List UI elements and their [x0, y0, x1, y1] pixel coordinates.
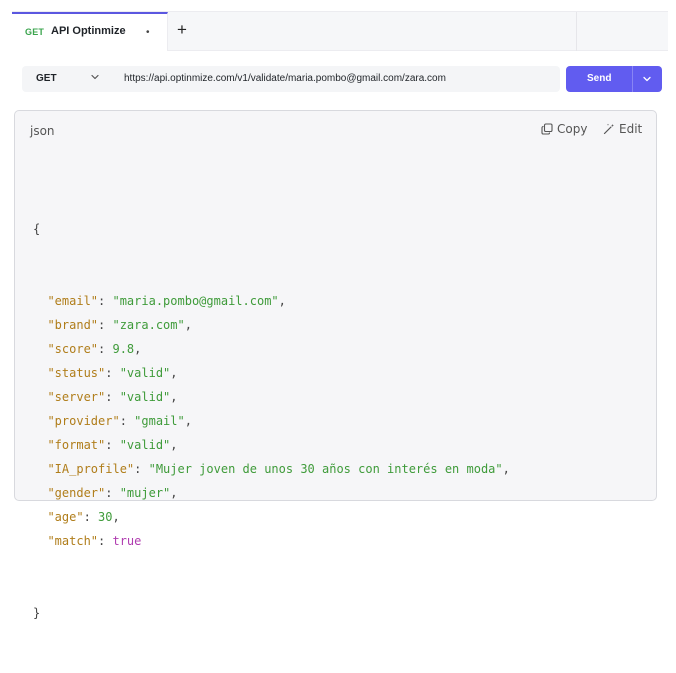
json-comma: ,: [170, 486, 178, 500]
tab-unsaved-dot[interactable]: •: [146, 27, 150, 39]
json-value: "valid": [119, 438, 171, 452]
json-line: "score": 9.8,: [33, 337, 510, 361]
json-key: "status": [47, 366, 106, 380]
json-key: "score": [47, 342, 99, 356]
json-value: true: [112, 534, 142, 548]
json-colon: :: [98, 294, 113, 308]
json-comma: ,: [278, 294, 286, 308]
json-colon: :: [105, 390, 120, 404]
json-key: "email": [47, 294, 99, 308]
tab-method-badge: GET: [25, 27, 45, 37]
json-open-brace: {: [33, 222, 41, 236]
json-value: "gmail": [134, 414, 185, 428]
json-comma: ,: [184, 318, 192, 332]
response-code-panel: json Copy Edit { "email": "maria.pombo@g…: [14, 110, 657, 620]
json-comma: ,: [184, 414, 192, 428]
copy-icon: [541, 123, 553, 135]
json-fields: "email": "maria.pombo@gmail.com", "brand…: [33, 289, 510, 553]
json-value: "zara.com": [112, 318, 185, 332]
tab-bar: GET API Optinmize • +: [12, 11, 668, 51]
copy-button[interactable]: Copy: [541, 122, 587, 136]
json-colon: :: [98, 342, 113, 356]
json-line: "brand": "zara.com",: [33, 313, 510, 337]
chevron-down-icon[interactable]: [89, 71, 101, 83]
method-select[interactable]: GET: [36, 73, 57, 84]
json-colon: :: [119, 414, 135, 428]
edit-button-label: Edit: [619, 122, 643, 136]
json-value: "maria.pombo@gmail.com": [112, 294, 279, 308]
json-line: "match": true: [33, 529, 510, 553]
json-line: "format": "valid",: [33, 433, 510, 457]
code-language-label: json: [30, 124, 55, 138]
json-key: "gender": [47, 486, 106, 500]
json-value: "valid": [119, 390, 171, 404]
json-colon: :: [105, 486, 120, 500]
json-line: "server": "valid",: [33, 385, 510, 409]
tab-api-optinmize[interactable]: GET API Optinmize •: [12, 12, 168, 51]
json-comma: ,: [502, 462, 510, 476]
url-input[interactable]: https://api.optinmize.com/v1/validate/ma…: [124, 73, 446, 84]
copy-button-label: Copy: [557, 122, 588, 136]
json-comma: ,: [134, 342, 142, 356]
json-colon: :: [134, 462, 149, 476]
chevron-down-icon[interactable]: [641, 73, 653, 85]
json-line: "IA_profile": "Mujer joven de unos 30 añ…: [33, 457, 510, 481]
json-colon: :: [105, 438, 120, 452]
magic-wand-icon: [603, 123, 614, 135]
tab-title: API Optinmize: [51, 25, 126, 37]
edit-button[interactable]: Edit: [603, 122, 642, 136]
json-comma: ,: [170, 366, 178, 380]
json-key: "format": [47, 438, 106, 452]
send-button-divider: [632, 66, 633, 92]
send-button[interactable]: Send: [566, 66, 662, 92]
json-line: "age": 30,: [33, 505, 510, 529]
json-key: "match": [47, 534, 99, 548]
tab-bar-divider: [576, 12, 577, 51]
json-colon: :: [98, 318, 113, 332]
json-close-brace: }: [33, 606, 41, 620]
json-comma: ,: [170, 438, 178, 452]
json-colon: :: [105, 366, 120, 380]
json-line: "provider": "gmail",: [33, 409, 510, 433]
json-key: "provider": [47, 414, 120, 428]
json-value: "valid": [119, 366, 171, 380]
json-value: "Mujer joven de unos 30 años con interés…: [148, 462, 503, 476]
add-tab-button[interactable]: +: [177, 20, 187, 40]
json-value: 9.8: [112, 342, 135, 356]
json-key: "server": [47, 390, 106, 404]
send-button-label: Send: [587, 73, 612, 84]
json-line: "status": "valid",: [33, 361, 510, 385]
json-comma: ,: [170, 390, 178, 404]
json-line: "gender": "mujer",: [33, 481, 510, 505]
json-colon: :: [98, 534, 113, 548]
json-key: "brand": [47, 318, 99, 332]
json-line: "email": "maria.pombo@gmail.com",: [33, 289, 510, 313]
request-url-bar: GET https://api.optinmize.com/v1/validat…: [22, 66, 560, 92]
json-key: "IA_profile": [47, 462, 135, 476]
json-code-block: { "email": "maria.pombo@gmail.com", "bra…: [33, 169, 510, 673]
json-value: "mujer": [119, 486, 171, 500]
